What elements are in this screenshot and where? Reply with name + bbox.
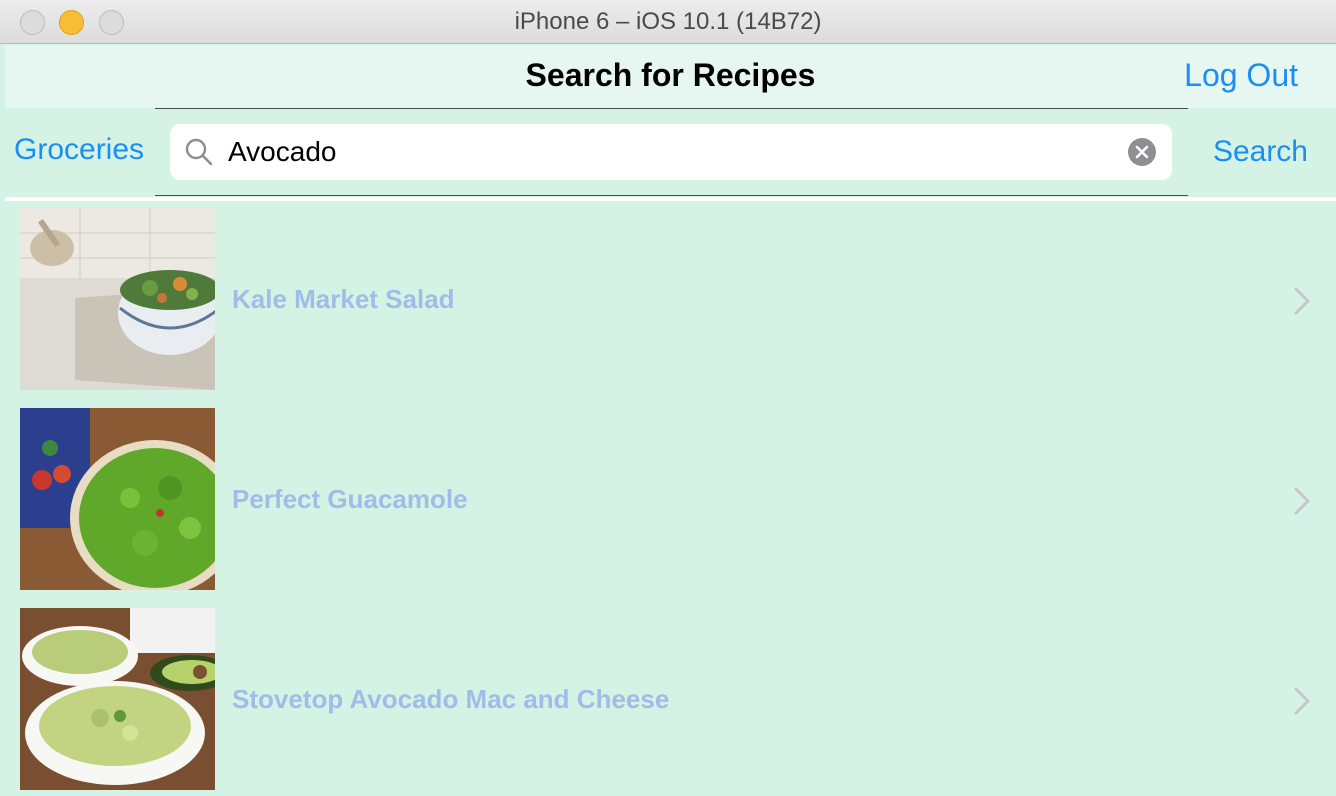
window-titlebar: iPhone 6 – iOS 10.1 (14B72) [0, 0, 1336, 44]
chevron-right-icon [1294, 487, 1310, 515]
list-item[interactable]: Stovetop Avocado Mac and Cheese [5, 601, 1336, 796]
list-item[interactable]: Perfect Guacamole [5, 401, 1336, 601]
window-title: iPhone 6 – iOS 10.1 (14B72) [514, 8, 822, 35]
clear-icon[interactable] [1128, 138, 1156, 166]
search-icon [185, 138, 213, 166]
navigation-bar: Search for Recipes Log Out [5, 45, 1336, 108]
search-input[interactable] [228, 132, 1108, 172]
groceries-button[interactable]: Groceries [14, 130, 144, 170]
page-title: Search for Recipes [525, 57, 816, 93]
chevron-right-icon [1294, 287, 1310, 315]
divider [155, 195, 1188, 196]
recipe-thumbnail [20, 408, 215, 590]
chevron-right-icon [1294, 687, 1310, 715]
log-out-button[interactable]: Log Out [1184, 45, 1298, 105]
search-bar-row: Groceries Search [5, 108, 1336, 196]
recipe-thumbnail [20, 608, 215, 790]
recipe-title: Kale Market Salad [232, 284, 455, 314]
list-item[interactable]: Kale Market Salad [5, 201, 1336, 401]
recipe-list[interactable]: Kale Market Salad Perfect Guacamole Stov… [5, 201, 1336, 796]
recipe-title: Stovetop Avocado Mac and Cheese [232, 684, 670, 714]
search-field[interactable] [170, 124, 1172, 180]
divider [155, 108, 1188, 109]
simulator-window: iPhone 6 – iOS 10.1 (14B72) Search for R… [0, 0, 1336, 796]
search-button[interactable]: Search [1213, 130, 1308, 174]
recipe-thumbnail [20, 208, 215, 390]
recipe-title: Perfect Guacamole [232, 484, 468, 514]
